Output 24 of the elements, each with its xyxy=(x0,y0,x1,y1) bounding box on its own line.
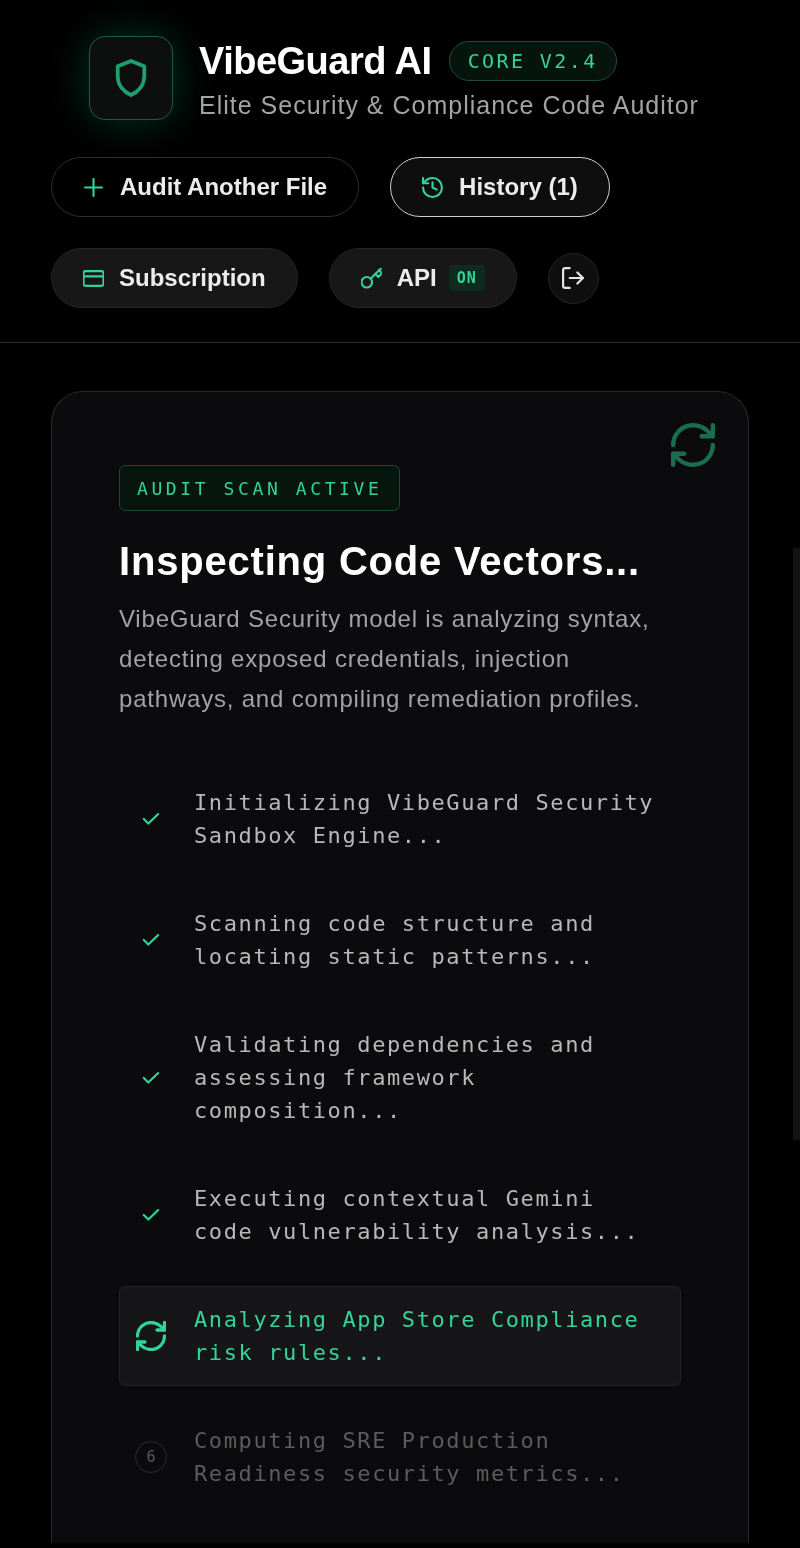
plus-icon xyxy=(83,176,104,198)
version-badge: CORE V2.4 xyxy=(448,41,617,81)
api-button[interactable]: API ON xyxy=(328,248,517,308)
step-text: Validating dependencies and assessing framework composition... xyxy=(194,1031,596,1125)
status-badge: ON xyxy=(448,265,485,291)
step-text: Computing SRE Production Readiness security metrics... xyxy=(194,1427,626,1488)
audit-file-button[interactable]: Audit Another File xyxy=(51,157,360,217)
scan-description: VibeGuard Security model is analyzing syntax, detecting exposed credentials, injection pathways, and compiling remediation profiles. xyxy=(119,604,651,714)
step-text: Initializing VibeGuard Security Sandbox Engine... xyxy=(194,789,656,850)
app-subtitle: Elite Security & Compliance Code Auditor xyxy=(199,90,699,121)
history-button[interactable]: History (1) xyxy=(390,157,610,217)
status-badge: AUDIT SCAN ACTIVE xyxy=(119,465,401,511)
logout-icon xyxy=(562,267,585,289)
step-text: Executing contextual Gemini code vulnerability analysis... xyxy=(194,1185,641,1246)
step-text: Analyzing App Store Compliance risk rules... xyxy=(194,1306,641,1367)
credit-card-icon xyxy=(83,267,104,289)
subscription-button[interactable]: Subscription xyxy=(51,248,298,308)
shield-icon xyxy=(89,36,173,120)
refresh-icon[interactable] xyxy=(671,423,715,467)
app-title: VibeGuard AI xyxy=(199,39,432,83)
step-text: Scanning code structure and locating static patterns... xyxy=(194,910,596,971)
key-icon xyxy=(360,267,382,289)
history-icon xyxy=(422,176,444,198)
scan-title: Inspecting Code Vectors... xyxy=(119,538,641,585)
